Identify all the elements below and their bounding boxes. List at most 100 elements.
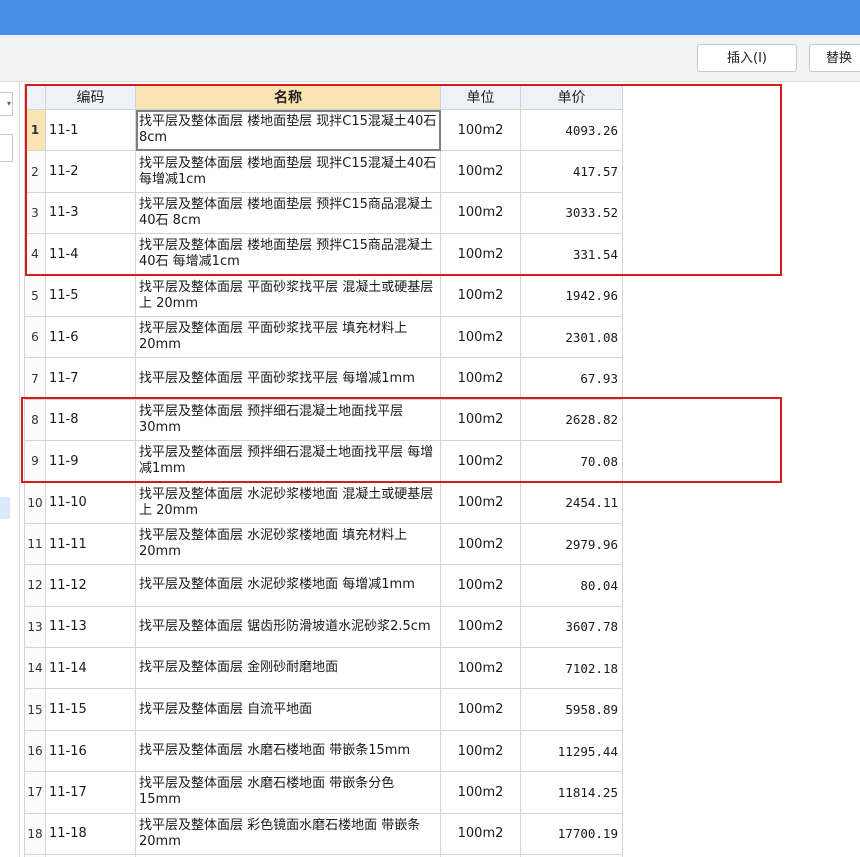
table-row[interactable]: 16 11-16 找平层及整体面层 水磨石楼地面 带嵌条15mm 100m2 11295… <box>24 729 623 773</box>
row-unit[interactable]: 100m2 <box>440 771 521 814</box>
header-unit[interactable]: 单位 <box>440 84 521 110</box>
row-name[interactable]: 找平层及整体面层 预拌细石混凝土地面找平层 每增减1mm <box>135 440 441 483</box>
row-unit[interactable]: 100m2 <box>440 605 521 649</box>
row-code[interactable]: 11-11 <box>45 522 136 566</box>
row-code[interactable]: 11-4 <box>45 233 136 276</box>
table-row[interactable]: 10 11-10 找平层及整体面层 水泥砂浆楼地面 混凝土或硬基层上 20mm 100… <box>24 481 623 524</box>
table-row[interactable]: 11 11-11 找平层及整体面层 水泥砂浆楼地面 填充材料上 20mm 100m2 2… <box>24 522 623 566</box>
selected-tree-item[interactable] <box>0 497 10 519</box>
row-unit[interactable]: 100m2 <box>440 315 521 359</box>
row-code[interactable]: 11-2 <box>45 150 136 193</box>
row-name[interactable]: 找平层及整体面层 楼地面垫层 现拌C15混凝土40石 8cm <box>135 108 441 152</box>
row-code[interactable]: 11-1 <box>45 108 136 152</box>
table-row[interactable]: 2 11-2 找平层及整体面层 楼地面垫层 现拌C15混凝土40石 每增减1cm 10… <box>24 150 623 193</box>
row-name[interactable]: 找平层及整体面层 楼地面垫层 预拌C15商品混凝土40石 每增减1cm <box>135 233 441 276</box>
row-price[interactable]: 17700.19 <box>520 812 623 856</box>
row-price[interactable]: 3607.78 <box>520 605 623 649</box>
row-price[interactable]: 331.54 <box>520 233 623 276</box>
row-unit[interactable]: 100m2 <box>440 729 521 773</box>
row-price[interactable]: 70.08 <box>520 440 623 483</box>
row-unit[interactable]: 100m2 <box>440 108 521 152</box>
row-code[interactable]: 11-3 <box>45 191 136 235</box>
row-code[interactable]: 11-9 <box>45 440 136 483</box>
row-code[interactable]: 11-7 <box>45 357 136 400</box>
table-row[interactable]: 7 11-7 找平层及整体面层 平面砂浆找平层 每增减1mm 100m2 67.93 <box>24 357 623 400</box>
row-unit[interactable]: 100m2 <box>440 440 521 483</box>
header-name[interactable]: 名称 <box>135 84 441 110</box>
row-price[interactable]: 7102.18 <box>520 647 623 690</box>
row-code[interactable]: 11-5 <box>45 274 136 317</box>
row-code[interactable]: 11-17 <box>45 771 136 814</box>
row-code[interactable]: 11-16 <box>45 729 136 773</box>
row-price[interactable]: 2979.96 <box>520 522 623 566</box>
table-row[interactable]: 14 11-14 找平层及整体面层 金刚砂耐磨地面 100m2 7102.18 <box>24 647 623 690</box>
table-row[interactable]: 4 11-4 找平层及整体面层 楼地面垫层 预拌C15商品混凝土40石 每增减1cm… <box>24 233 623 276</box>
row-index: 14 <box>24 647 46 690</box>
row-price[interactable]: 1942.96 <box>520 274 623 317</box>
row-price[interactable]: 2301.08 <box>520 315 623 359</box>
table-row[interactable]: 3 11-3 找平层及整体面层 楼地面垫层 预拌C15商品混凝土40石 8cm 100… <box>24 191 623 235</box>
row-name[interactable]: 找平层及整体面层 金刚砂耐磨地面 <box>135 647 441 690</box>
row-name[interactable]: 找平层及整体面层 平面砂浆找平层 每增减1mm <box>135 357 441 400</box>
row-unit[interactable]: 100m2 <box>440 481 521 524</box>
row-name[interactable]: 找平层及整体面层 水磨石楼地面 带嵌条15mm <box>135 729 441 773</box>
row-unit[interactable]: 100m2 <box>440 564 521 607</box>
table-row[interactable]: 5 11-5 找平层及整体面层 平面砂浆找平层 混凝土或硬基层上 20mm 100m2… <box>24 274 623 317</box>
row-name[interactable]: 找平层及整体面层 彩色镜面水磨石楼地面 带嵌条 20mm <box>135 812 441 856</box>
row-unit[interactable]: 100m2 <box>440 647 521 690</box>
row-code[interactable]: 11-18 <box>45 812 136 856</box>
row-code[interactable]: 11-12 <box>45 564 136 607</box>
row-code[interactable]: 11-10 <box>45 481 136 524</box>
table-row[interactable]: 18 11-18 找平层及整体面层 彩色镜面水磨石楼地面 带嵌条 20mm 100m2… <box>24 812 623 856</box>
insert-button[interactable]: 插入(I) <box>697 44 797 72</box>
row-unit[interactable]: 100m2 <box>440 398 521 442</box>
row-price[interactable]: 2454.11 <box>520 481 623 524</box>
table-row[interactable]: 6 11-6 找平层及整体面层 平面砂浆找平层 填充材料上 20mm 100m2 230… <box>24 315 623 359</box>
row-name[interactable]: 找平层及整体面层 预拌细石混凝土地面找平层 30mm <box>135 398 441 442</box>
header-price[interactable]: 单价 <box>520 84 623 110</box>
table-row[interactable]: 9 11-9 找平层及整体面层 预拌细石混凝土地面找平层 每增减1mm 100m2 70… <box>24 440 623 483</box>
table-row[interactable]: 12 11-12 找平层及整体面层 水泥砂浆楼地面 每增减1mm 100m2 80.04 <box>24 564 623 607</box>
row-unit[interactable]: 100m2 <box>440 191 521 235</box>
row-name[interactable]: 找平层及整体面层 自流平地面 <box>135 688 441 731</box>
replace-button[interactable]: 替换 <box>809 44 860 72</box>
row-code[interactable]: 11-13 <box>45 605 136 649</box>
row-unit[interactable]: 100m2 <box>440 357 521 400</box>
row-price[interactable]: 5958.89 <box>520 688 623 731</box>
table-row[interactable]: 1 11-1 找平层及整体面层 楼地面垫层 现拌C15混凝土40石 8cm 100m2… <box>24 108 623 152</box>
row-price[interactable]: 11814.25 <box>520 771 623 814</box>
table-row[interactable]: 17 11-17 找平层及整体面层 水磨石楼地面 带嵌条分色 15mm 100m2 11… <box>24 771 623 814</box>
row-name[interactable]: 找平层及整体面层 平面砂浆找平层 混凝土或硬基层上 20mm <box>135 274 441 317</box>
table-row[interactable]: 15 11-15 找平层及整体面层 自流平地面 100m2 5958.89 <box>24 688 623 731</box>
row-code[interactable]: 11-15 <box>45 688 136 731</box>
row-price[interactable]: 11295.44 <box>520 729 623 773</box>
table-row[interactable]: 13 11-13 找平层及整体面层 锯齿形防滑坡道水泥砂浆2.5cm 100m2 360… <box>24 605 623 649</box>
row-unit[interactable]: 100m2 <box>440 688 521 731</box>
category-dropdown[interactable]: ▾ <box>0 92 13 116</box>
row-unit[interactable]: 100m2 <box>440 522 521 566</box>
row-price[interactable]: 67.93 <box>520 357 623 400</box>
row-name[interactable]: 找平层及整体面层 水泥砂浆楼地面 混凝土或硬基层上 20mm <box>135 481 441 524</box>
row-price[interactable]: 4093.26 <box>520 108 623 152</box>
row-code[interactable]: 11-8 <box>45 398 136 442</box>
row-name[interactable]: 找平层及整体面层 水磨石楼地面 带嵌条分色 15mm <box>135 771 441 814</box>
row-price[interactable]: 2628.82 <box>520 398 623 442</box>
row-name[interactable]: 找平层及整体面层 水泥砂浆楼地面 填充材料上 20mm <box>135 522 441 566</box>
row-name[interactable]: 找平层及整体面层 锯齿形防滑坡道水泥砂浆2.5cm <box>135 605 441 649</box>
row-price[interactable]: 80.04 <box>520 564 623 607</box>
row-unit[interactable]: 100m2 <box>440 274 521 317</box>
row-name[interactable]: 找平层及整体面层 楼地面垫层 预拌C15商品混凝土40石 8cm <box>135 191 441 235</box>
table-row[interactable]: 8 11-8 找平层及整体面层 预拌细石混凝土地面找平层 30mm 100m2 2628… <box>24 398 623 442</box>
row-name[interactable]: 找平层及整体面层 水泥砂浆楼地面 每增减1mm <box>135 564 441 607</box>
row-unit[interactable]: 100m2 <box>440 233 521 276</box>
header-code[interactable]: 编码 <box>45 84 136 110</box>
row-unit[interactable]: 100m2 <box>440 150 521 193</box>
row-code[interactable]: 11-14 <box>45 647 136 690</box>
row-price[interactable]: 417.57 <box>520 150 623 193</box>
row-price[interactable]: 3033.52 <box>520 191 623 235</box>
row-unit[interactable]: 100m2 <box>440 812 521 856</box>
row-name[interactable]: 找平层及整体面层 平面砂浆找平层 填充材料上 20mm <box>135 315 441 359</box>
row-name[interactable]: 找平层及整体面层 楼地面垫层 现拌C15混凝土40石 每增减1cm <box>135 150 441 193</box>
row-code[interactable]: 11-6 <box>45 315 136 359</box>
search-box[interactable] <box>0 134 13 162</box>
